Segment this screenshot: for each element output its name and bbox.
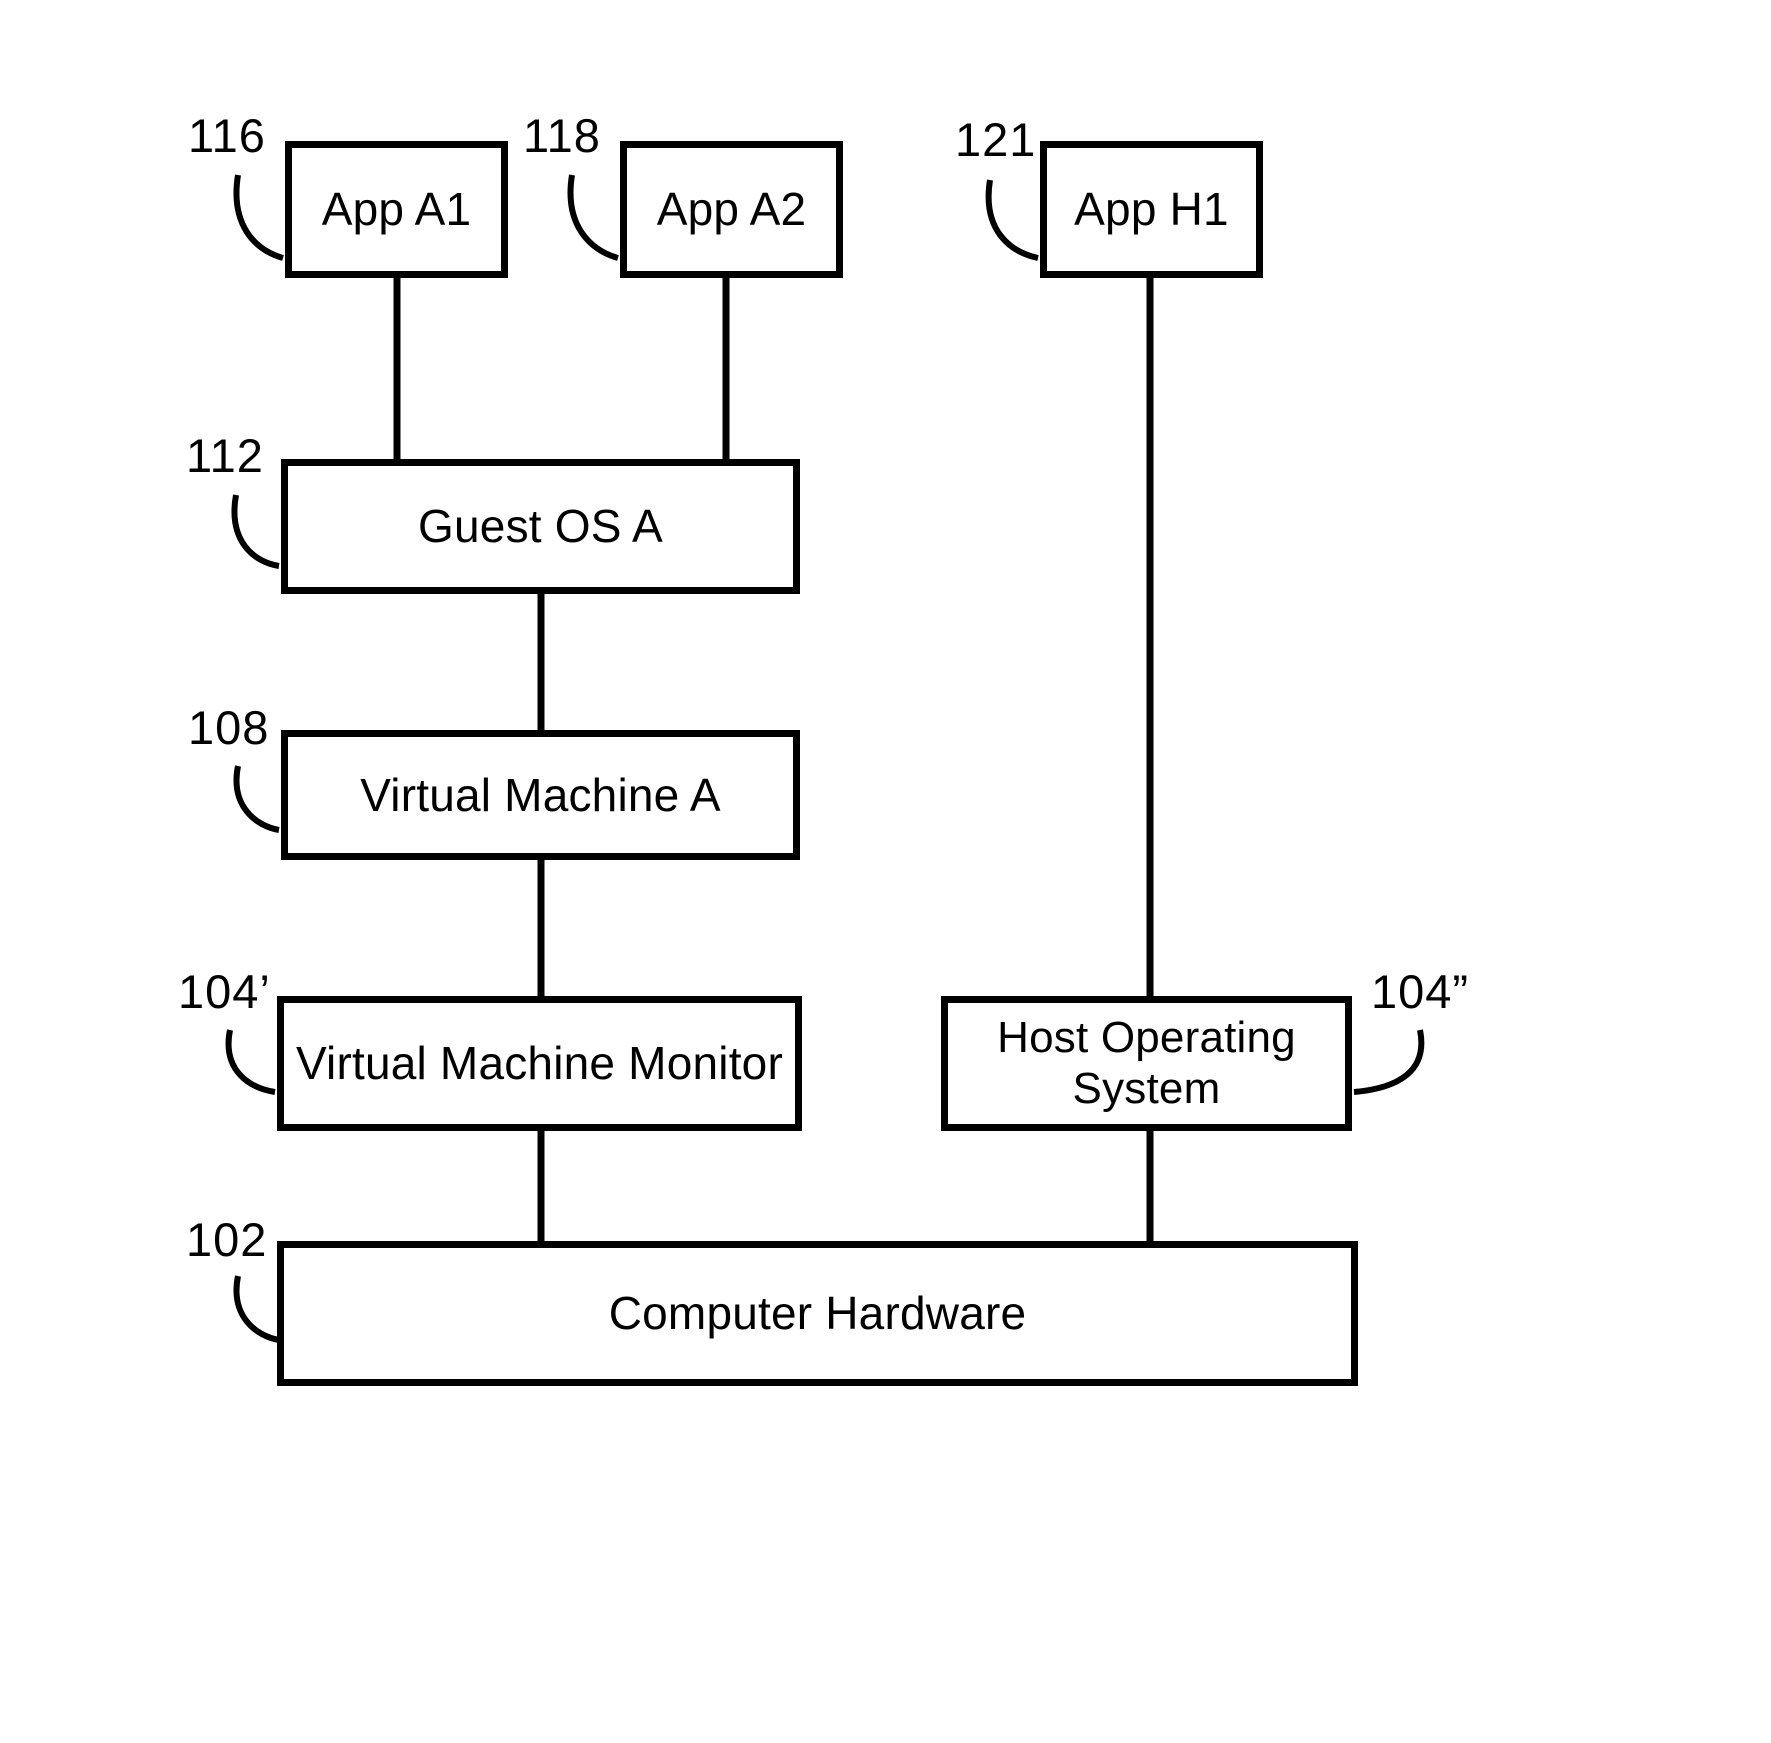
leader-102 — [233, 1275, 280, 1343]
node-label-guest_os_a: Guest OS A — [418, 500, 663, 553]
node-label-app_h1: App H1 — [1074, 183, 1229, 236]
node-box-vm_a: Virtual Machine A — [281, 730, 800, 860]
leader-112 — [231, 494, 280, 569]
ref-116: 116 — [188, 109, 266, 162]
ref-104-dprime: 104” — [1371, 965, 1470, 1018]
diagram-lines-layer — [225, 174, 1425, 1343]
ref-104-prime: 104’ — [178, 965, 271, 1018]
node-box-app_h1: App H1 — [1040, 141, 1263, 278]
leader-118 — [567, 174, 619, 261]
node-box-host_os: Host Operating System — [941, 996, 1352, 1131]
node-box-vmm: Virtual Machine Monitor — [277, 996, 802, 1131]
node-label-host_os: Host Operating System — [997, 1013, 1296, 1113]
ref-118: 118 — [523, 109, 601, 162]
node-box-computer_hardware: Computer Hardware — [277, 1241, 1358, 1386]
patent-figure: App A1 App A2 App H1 Guest OS A Virtual Mach… — [0, 0, 1771, 1743]
ref-112: 112 — [186, 429, 264, 482]
node-label-computer_hardware: Computer Hardware — [608, 1287, 1027, 1340]
node-label-vm_a: Virtual Machine A — [360, 768, 721, 821]
ref-102: 102 — [186, 1213, 268, 1266]
leader-104dp — [1353, 1029, 1425, 1095]
node-box-app_a2: App A2 — [620, 141, 843, 278]
node-label-app_a1: App A1 — [321, 183, 472, 236]
leader-121 — [985, 179, 1039, 261]
leader-104p — [225, 1029, 276, 1095]
leader-116 — [233, 174, 284, 261]
node-box-app_a1: App A1 — [285, 141, 508, 278]
node-box-guest_os_a: Guest OS A — [281, 459, 800, 594]
ref-108: 108 — [188, 701, 270, 754]
ref-121: 121 — [955, 113, 1037, 166]
node-label-vmm: Virtual Machine Monitor — [296, 1037, 783, 1090]
leader-108 — [233, 765, 280, 833]
node-label-app_a2: App A2 — [656, 183, 807, 236]
